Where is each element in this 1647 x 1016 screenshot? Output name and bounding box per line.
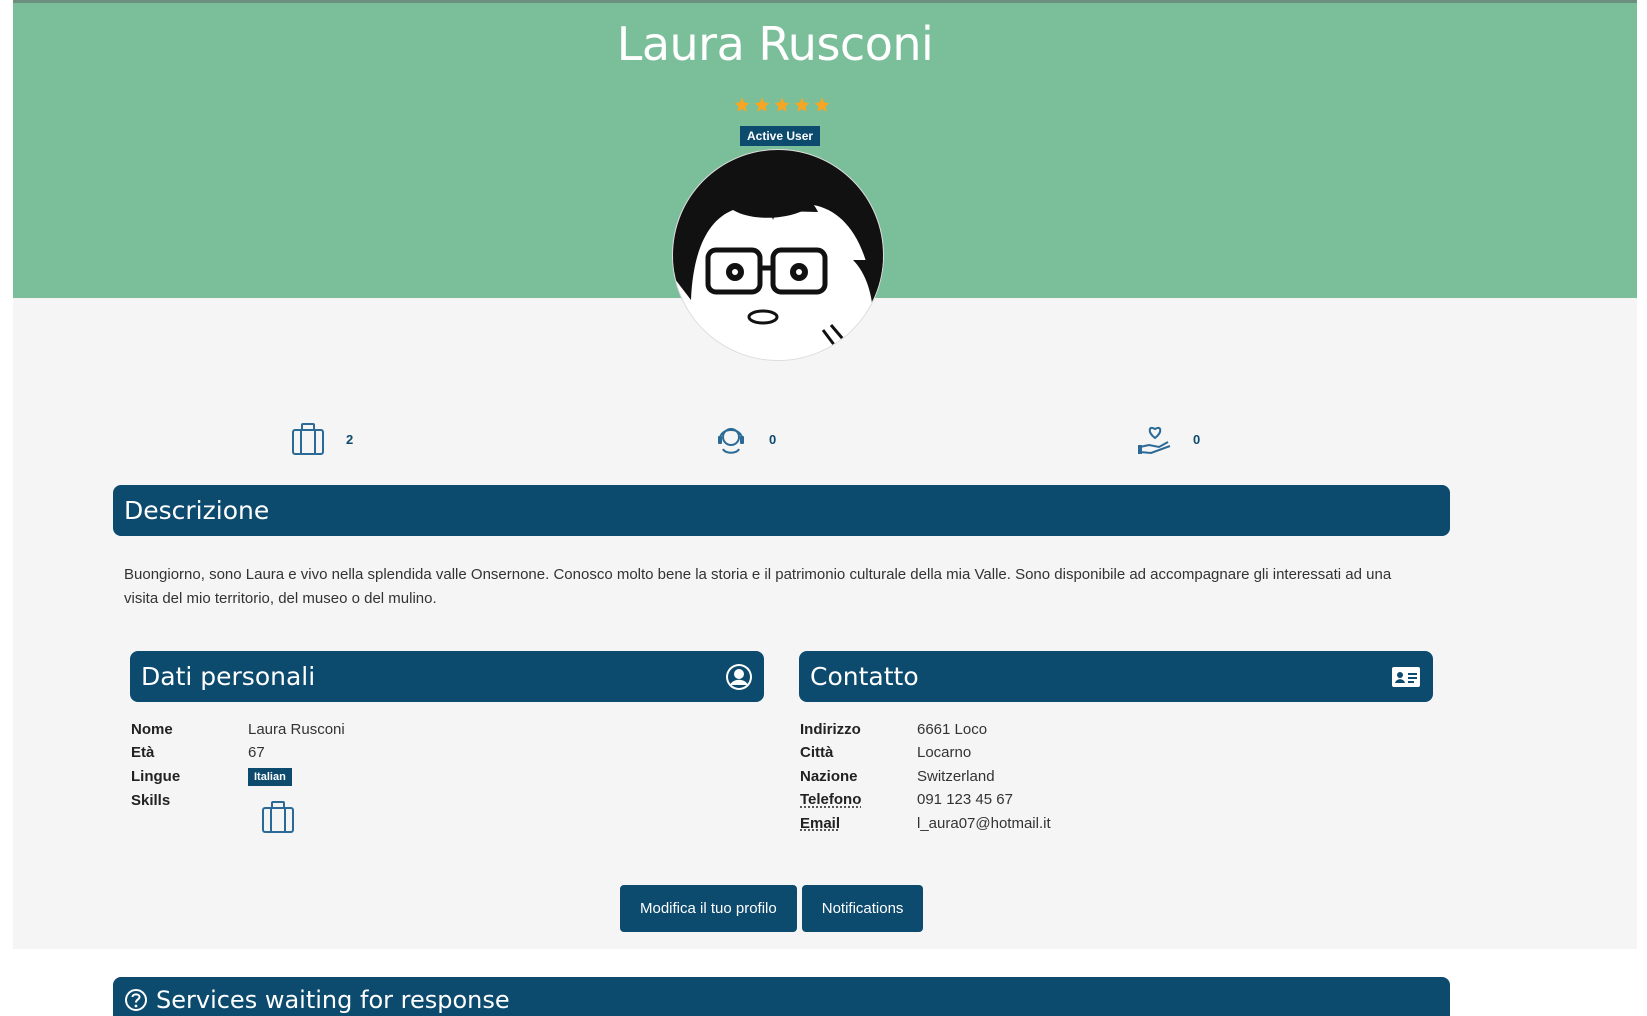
star-icon xyxy=(734,97,750,112)
field-city-label: Città xyxy=(800,744,834,762)
field-skills-label: Skills xyxy=(131,791,171,809)
briefcase-icon xyxy=(292,423,324,455)
stat-support[interactable]: 0 xyxy=(713,421,776,457)
support-agent-icon xyxy=(718,428,744,454)
field-country-label: Nazione xyxy=(800,767,858,785)
star-icon xyxy=(794,97,810,112)
field-age-label: Età xyxy=(131,744,155,762)
field-name-label: Nome xyxy=(131,720,173,738)
personal-data-title: Dati personali xyxy=(141,662,316,691)
field-phone-value: 091 123 45 67 xyxy=(917,791,1013,809)
profile-actions: Modifica il tuo profilo Notifications xyxy=(620,885,924,932)
field-country-value: Switzerland xyxy=(917,767,995,785)
question-circle-icon xyxy=(125,989,147,1011)
stat-services[interactable]: 2 xyxy=(290,421,353,457)
email-link[interactable]: l_aura07@hotmail.it xyxy=(917,812,1051,836)
stat-support-count: 0 xyxy=(769,431,777,447)
description-text: Buongiorno, sono Laura e vivo nella sple… xyxy=(124,566,1392,607)
description-header: Descrizione xyxy=(113,485,1450,536)
avatar-drawing xyxy=(673,150,883,360)
avatar xyxy=(673,150,883,360)
field-name-value: Laura Rusconi xyxy=(248,720,345,738)
field-phone-label: Telefono xyxy=(800,788,917,812)
notifications-button[interactable]: Notifications xyxy=(801,885,924,932)
description-title: Descrizione xyxy=(124,496,270,525)
heart-hand-icon xyxy=(1138,426,1171,455)
stat-help[interactable]: 0 xyxy=(1137,421,1200,457)
status-badge: Active User xyxy=(740,126,821,146)
services-waiting-title: Services waiting for response xyxy=(156,986,510,1014)
field-skills: Skills xyxy=(131,789,345,833)
contact-header: Contatto xyxy=(799,651,1433,702)
field-city-value: Locarno xyxy=(917,744,972,762)
phone-abbr: Telefono xyxy=(800,791,862,809)
contact-title: Contatto xyxy=(810,662,919,691)
field-address-value: 6661 Loco xyxy=(917,720,988,738)
stat-help-count: 0 xyxy=(1193,431,1201,447)
field-address-label: Indirizzo xyxy=(800,720,861,738)
contact-list: Indirizzo 6661 Loco Città Locarno Nazion… xyxy=(800,718,1051,836)
star-icon xyxy=(814,97,830,112)
star-icon xyxy=(754,97,770,112)
briefcase-icon[interactable] xyxy=(260,799,296,835)
field-age-value: 67 xyxy=(248,744,265,762)
field-phone: Telefono 091 123 45 67 xyxy=(800,789,1051,813)
field-city: Città Locarno xyxy=(800,742,1051,766)
field-address: Indirizzo 6661 Loco xyxy=(800,718,1051,742)
user-circle-icon xyxy=(726,663,752,690)
services-waiting-header: Services waiting for response xyxy=(113,977,1450,1016)
field-name: Nome Laura Rusconi xyxy=(131,718,345,742)
personal-data-header: Dati personali xyxy=(130,651,764,702)
field-languages-label: Lingue xyxy=(131,767,181,785)
profile-name: Laura Rusconi xyxy=(616,17,934,71)
profile-page: Laura Rusconi Active User 2 0 0 Descrizi… xyxy=(13,3,1637,949)
star-icon xyxy=(774,97,790,112)
personal-data-list: Nome Laura Rusconi Età 67 Lingue Italian… xyxy=(131,718,345,833)
stat-services-count: 2 xyxy=(346,431,354,447)
email-abbr: Email xyxy=(800,814,841,832)
id-card-icon xyxy=(1392,666,1420,687)
rating-stars xyxy=(733,96,833,118)
field-country: Nazione Switzerland xyxy=(800,765,1051,789)
field-email-label: Email xyxy=(800,812,917,836)
language-badge: Italian xyxy=(248,767,292,786)
field-languages: Lingue Italian xyxy=(131,765,345,789)
edit-profile-button[interactable]: Modifica il tuo profilo xyxy=(620,885,797,932)
field-email: Email l_aura07@hotmail.it xyxy=(800,812,1051,836)
field-age: Età 67 xyxy=(131,742,345,766)
